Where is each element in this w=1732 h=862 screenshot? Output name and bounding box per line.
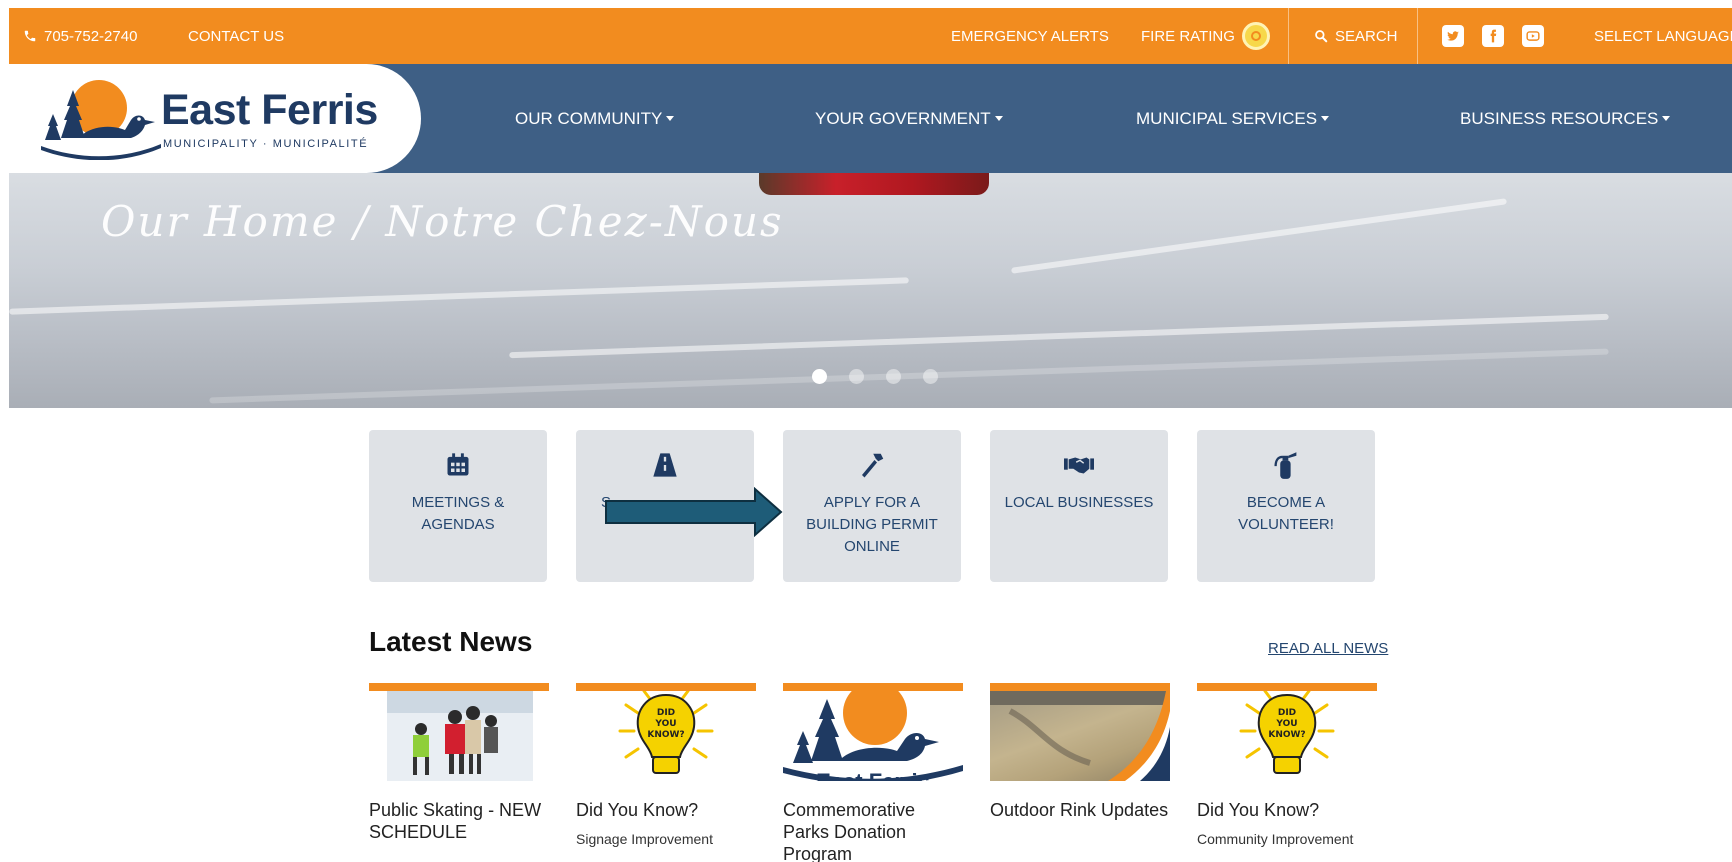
divider <box>1417 8 1418 64</box>
news-list: Public Skating - NEW SCHEDULE DID YOU KN… <box>369 683 1377 862</box>
quick-links: MEETINGS & AGENDAS S APPLY FOR A BUILDIN… <box>369 430 1375 582</box>
calendar-icon <box>443 450 473 480</box>
east-ferris-logo-icon: East Ferris <box>783 691 963 781</box>
nav-label: YOUR GOVERNMENT <box>815 108 991 128</box>
fire-rating-link[interactable]: FIRE RATING <box>1141 8 1270 64</box>
slide-dot[interactable] <box>886 369 901 384</box>
nav-our-community[interactable]: OUR COMMUNITY <box>515 64 675 173</box>
select-language-label: SELECT LANGUAGE <box>1594 27 1732 45</box>
lightbulb-icon: DID YOU KNOW? <box>618 691 714 774</box>
caret-down-icon <box>1321 116 1330 121</box>
road-icon <box>650 450 680 480</box>
news-card[interactable]: East Ferris Commemorative Parks Donation… <box>783 683 963 862</box>
nav-label: OUR COMMUNITY <box>515 108 663 128</box>
snow-texture <box>1011 198 1507 274</box>
svg-text:YOU: YOU <box>1275 719 1297 729</box>
quick-link-label: APPLY FOR A BUILDING PERMIT ONLINE <box>806 494 938 555</box>
nav-business-resources[interactable]: BUSINESS RESOURCES <box>1460 64 1671 173</box>
quick-link-label: BECOME A VOLUNTEER! <box>1238 494 1334 533</box>
lightbulb-icon: DID YOU KNOW? <box>1239 691 1335 774</box>
read-all-news-link[interactable]: READ ALL NEWS <box>1268 640 1388 657</box>
slide-dot[interactable] <box>849 369 864 384</box>
phone-icon <box>24 30 36 42</box>
slide-dot[interactable] <box>923 369 938 384</box>
svg-text:KNOW?: KNOW? <box>1268 730 1305 740</box>
main-navigation: East Ferris MUNICIPALITY · MUNICIPALITÉ … <box>9 64 1732 173</box>
news-title[interactable]: Did You Know? <box>1197 799 1377 821</box>
news-thumbnail[interactable] <box>990 683 1170 781</box>
handshake-icon <box>1064 450 1094 480</box>
nav-label: BUSINESS RESOURCES <box>1460 108 1659 128</box>
news-title[interactable]: Public Skating - NEW SCHEDULE <box>369 799 549 843</box>
annotation-arrow-icon <box>605 487 783 537</box>
caret-down-icon <box>1662 116 1671 121</box>
news-title[interactable]: Outdoor Rink Updates <box>990 799 1170 821</box>
select-language-button[interactable]: SELECT LANGUAGE <box>1594 8 1732 64</box>
snow-texture <box>9 277 909 315</box>
news-card[interactable]: DID YOU KNOW? Did You Know? Signage Impr… <box>576 683 756 862</box>
svg-text:DID: DID <box>1278 708 1296 718</box>
loon-logo-icon <box>41 80 161 160</box>
news-card[interactable]: Outdoor Rink Updates <box>990 683 1170 862</box>
hero-photo-object <box>759 173 989 195</box>
search-button[interactable]: SEARCH <box>1314 8 1398 64</box>
quick-link-meetings[interactable]: MEETINGS & AGENDAS <box>369 430 547 582</box>
snow-texture <box>509 313 1609 359</box>
quick-link-label: MEETINGS & AGENDAS <box>411 494 505 533</box>
emergency-alerts-link[interactable]: EMERGENCY ALERTS <box>951 8 1109 64</box>
fire-rating-label: FIRE RATING <box>1141 27 1235 45</box>
news-title[interactable]: Did You Know? <box>576 799 756 821</box>
nav-municipal-services[interactable]: MUNICIPAL SERVICES <box>1136 64 1330 173</box>
search-icon <box>1315 30 1328 43</box>
skating-photo-icon <box>387 691 533 781</box>
brand-tagline: MUNICIPALITY · MUNICIPALITÉ <box>163 138 369 150</box>
news-subtitle: Signage Improvement <box>576 831 713 847</box>
social-links <box>1442 8 1544 64</box>
news-thumbnail[interactable]: DID YOU KNOW? <box>1197 683 1377 781</box>
divider <box>1288 8 1289 64</box>
slide-indicators <box>812 369 938 384</box>
phone-number: 705-752-2740 <box>44 27 138 45</box>
caret-down-icon <box>666 116 675 121</box>
svg-text:East Ferris: East Ferris <box>816 769 930 781</box>
svg-text:DID: DID <box>657 708 675 718</box>
svg-text:KNOW?: KNOW? <box>647 730 684 740</box>
contact-us-link[interactable]: CONTACT US <box>188 8 284 64</box>
phone-link[interactable]: 705-752-2740 <box>23 8 137 64</box>
utility-bar: 705-752-2740 CONTACT US EMERGENCY ALERTS… <box>9 8 1732 64</box>
svg-text:YOU: YOU <box>654 719 676 729</box>
fire-rating-indicator-icon <box>1241 22 1270 50</box>
youtube-icon[interactable] <box>1522 25 1544 47</box>
nav-your-government[interactable]: YOUR GOVERNMENT <box>815 64 1003 173</box>
contact-us-label: CONTACT US <box>188 27 285 45</box>
twitter-icon[interactable] <box>1442 25 1464 47</box>
rink-photo-icon <box>990 691 1170 781</box>
logo-link[interactable]: East Ferris MUNICIPALITY · MUNICIPALITÉ <box>9 64 421 173</box>
news-title[interactable]: Commemorative Parks Donation Program <box>783 799 963 862</box>
caret-down-icon <box>994 116 1003 121</box>
facebook-icon[interactable] <box>1482 25 1504 47</box>
hammer-icon <box>857 450 887 480</box>
news-thumbnail[interactable] <box>369 683 549 781</box>
quick-link-local-businesses[interactable]: LOCAL BUSINESSES <box>990 430 1168 582</box>
brand-name: East Ferris <box>161 86 378 134</box>
slide-dot[interactable] <box>812 369 827 384</box>
quick-link-building-permit[interactable]: APPLY FOR A BUILDING PERMIT ONLINE <box>783 430 961 582</box>
fire-extinguisher-icon <box>1271 450 1301 480</box>
news-card[interactable]: DID YOU KNOW? Did You Know? Community Im… <box>1197 683 1377 862</box>
hero-slideshow: Our Home / Notre Chez-Nous <box>9 173 1732 408</box>
hero-script-title: Our Home / Notre Chez-Nous <box>101 197 784 246</box>
latest-news-heading: Latest News <box>369 626 533 657</box>
emergency-alerts-label: EMERGENCY ALERTS <box>951 27 1109 45</box>
quick-link-volunteer[interactable]: BECOME A VOLUNTEER! <box>1197 430 1375 582</box>
news-thumbnail[interactable]: East Ferris <box>783 683 963 781</box>
search-label: SEARCH <box>1335 27 1398 45</box>
news-thumbnail[interactable]: DID YOU KNOW? <box>576 683 756 781</box>
news-subtitle: Community Improvement <box>1197 831 1354 847</box>
news-card[interactable]: Public Skating - NEW SCHEDULE <box>369 683 549 862</box>
nav-label: MUNICIPAL SERVICES <box>1136 108 1318 128</box>
quick-link-label: LOCAL BUSINESSES <box>1004 494 1154 511</box>
